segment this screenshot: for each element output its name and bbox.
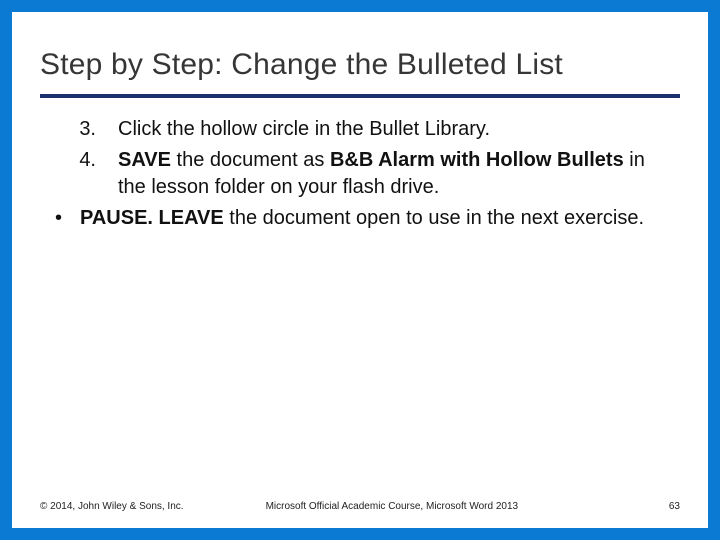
step-item: 4. SAVE the document as B&B Alarm with H… <box>40 147 680 201</box>
slide-footer: © 2014, John Wiley & Sons, Inc. Microsof… <box>40 501 680 512</box>
step-text: SAVE the document as B&B Alarm with Holl… <box>118 147 680 201</box>
title-underline <box>40 94 680 98</box>
step-number: 3. <box>40 116 118 143</box>
slide-body: 3. Click the hollow circle in the Bullet… <box>40 116 680 232</box>
slide: Step by Step: Change the Bulleted List 3… <box>0 0 720 540</box>
footer-page-number: 63 <box>669 501 680 512</box>
bullet-item: • PAUSE. LEAVE the document open to use … <box>40 205 680 232</box>
footer-copyright: © 2014, John Wiley & Sons, Inc. <box>40 501 184 512</box>
footer-course: Microsoft Official Academic Course, Micr… <box>266 501 669 512</box>
bullet-text: PAUSE. LEAVE the document open to use in… <box>80 205 680 232</box>
bullet-marker: • <box>40 205 80 232</box>
step-number: 4. <box>40 147 118 201</box>
step-item: 3. Click the hollow circle in the Bullet… <box>40 116 680 143</box>
step-text: Click the hollow circle in the Bullet Li… <box>118 116 680 143</box>
slide-title: Step by Step: Change the Bulleted List <box>40 48 680 82</box>
